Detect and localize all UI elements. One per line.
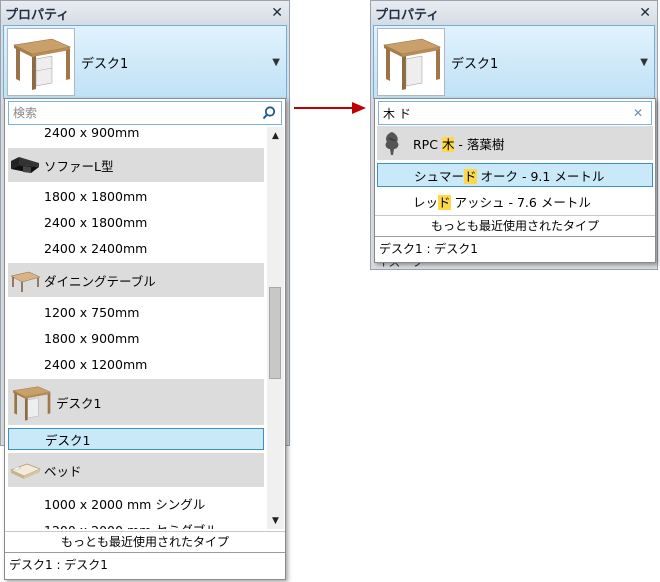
type-selector[interactable]: デスク1 ▼ xyxy=(3,25,287,99)
recent-type-item[interactable]: デスク1 : デスク1 xyxy=(375,236,655,261)
list-item-label: 1800 x 1800mm xyxy=(44,188,148,204)
list-item-selected[interactable]: デスク1 xyxy=(8,428,264,450)
list-item[interactable]: 2400 x 900mm xyxy=(8,127,264,145)
list-item-label: 1200 x 2000 mm セミダブル xyxy=(44,520,218,530)
label-part: RPC xyxy=(413,136,442,152)
panel-title: プロパティ xyxy=(375,7,440,23)
panel-title: プロパティ xyxy=(5,7,70,23)
type-dropdown-left: 2400 x 900mm ソファーL型 1800 x 1800mm 2400 x… xyxy=(4,98,286,580)
family-label: ベッド xyxy=(44,463,82,479)
list-item-label: デスク1 xyxy=(45,432,91,448)
list-item[interactable]: 1200 x 750mm xyxy=(8,299,264,325)
arrow-right-icon xyxy=(294,102,366,114)
family-header: ダイニングテーブル xyxy=(8,263,264,297)
list-item[interactable]: 1800 x 1800mm xyxy=(8,183,264,209)
list-item[interactable]: 1200 x 2000 mm セミダブル xyxy=(8,516,264,530)
family-label: ダイニングテーブル xyxy=(44,273,156,289)
list-item[interactable]: 2400 x 2400mm xyxy=(8,235,264,261)
list-item-label: シュマード オーク - 9.1 メートル xyxy=(414,166,604,185)
panel-title-bar: プロパティ ✕ xyxy=(371,1,657,25)
type-list: 2400 x 900mm ソファーL型 1800 x 1800mm 2400 x… xyxy=(8,127,264,529)
family-label: デスク1 xyxy=(56,395,102,411)
type-name: デスク1 xyxy=(81,56,129,72)
recent-types-header: もっとも最近使用されたタイプ xyxy=(375,215,655,236)
type-selector[interactable]: デスク1 ▼ xyxy=(373,25,655,99)
dining-table-icon xyxy=(8,263,42,297)
close-icon[interactable]: ✕ xyxy=(271,5,283,21)
panel-title-bar: プロパティ ✕ xyxy=(1,1,289,25)
search-highlight: 木 xyxy=(441,136,455,152)
scrollbar[interactable]: ▲ ▼ xyxy=(267,127,284,529)
list-item-label: 2400 x 900mm xyxy=(44,127,140,140)
list-item[interactable]: 2400 x 1800mm xyxy=(8,209,264,235)
list-item-label: 2400 x 1800mm xyxy=(44,214,148,230)
desk-thumbnail xyxy=(377,28,445,96)
list-item-selected[interactable]: シュマード オーク - 9.1 メートル xyxy=(377,163,653,187)
list-item-label: 1200 x 750mm xyxy=(44,304,140,320)
search-highlight: ド xyxy=(438,194,451,210)
chevron-down-icon[interactable]: ▼ xyxy=(640,57,648,68)
list-item-label: 2400 x 1200mm xyxy=(44,356,148,372)
recent-type-item[interactable]: デスク1 : デスク1 xyxy=(5,552,285,577)
search-field[interactable] xyxy=(8,101,282,125)
list-item[interactable]: 2400 x 1200mm xyxy=(8,351,264,377)
family-label: ソファーL型 xyxy=(44,158,114,174)
family-label: RPC 木 - 落葉樹 xyxy=(413,134,504,153)
list-item-label: 1800 x 900mm xyxy=(44,330,140,346)
search-highlight: ド xyxy=(464,168,477,184)
list-item-label: レッド アッシュ - 7.6 メートル xyxy=(413,192,591,211)
bed-icon xyxy=(8,453,42,487)
search-field[interactable]: ✕ xyxy=(378,101,652,125)
list-item-label: 1000 x 2000 mm シングル xyxy=(44,496,206,512)
scroll-up-icon[interactable]: ▲ xyxy=(267,127,284,144)
label-part: - 落葉樹 xyxy=(454,136,505,152)
search-icon[interactable] xyxy=(261,105,277,121)
family-header: ベッド xyxy=(8,453,264,487)
desk-icon xyxy=(8,379,54,425)
search-input[interactable] xyxy=(379,106,633,120)
family-header: デスク1 xyxy=(8,379,264,425)
scroll-down-icon[interactable]: ▼ xyxy=(267,512,284,529)
clear-icon[interactable]: ✕ xyxy=(633,106,643,120)
tree-icon xyxy=(377,130,407,156)
list-item[interactable]: レッド アッシュ - 7.6 メートル xyxy=(377,189,653,213)
list-item[interactable]: 1800 x 900mm xyxy=(8,325,264,351)
label-part: レッ xyxy=(413,194,439,210)
search-input[interactable] xyxy=(9,106,261,120)
label-part: シュマー xyxy=(414,168,465,184)
type-dropdown-right: ✕ RPC 木 - 落葉樹 シュマード オーク - 9.1 メートル レッド ア… xyxy=(374,98,656,263)
family-header: RPC 木 - 落葉樹 xyxy=(377,126,653,160)
desk-thumbnail xyxy=(7,28,75,96)
label-part: オーク - 9.1 メートル xyxy=(476,168,605,184)
recent-types-header: もっとも最近使用されたタイプ xyxy=(5,531,285,552)
list-item[interactable]: 1000 x 2000 mm シングル xyxy=(8,490,264,516)
close-icon[interactable]: ✕ xyxy=(639,5,651,21)
sofa-icon xyxy=(8,148,42,182)
type-name: デスク1 xyxy=(451,56,499,72)
scroll-thumb[interactable] xyxy=(269,287,281,379)
chevron-down-icon[interactable]: ▼ xyxy=(272,57,280,68)
family-header: ソファーL型 xyxy=(8,148,264,182)
label-part: アッシュ - 7.6 メートル xyxy=(450,194,591,210)
list-item-label: 2400 x 2400mm xyxy=(44,240,148,256)
